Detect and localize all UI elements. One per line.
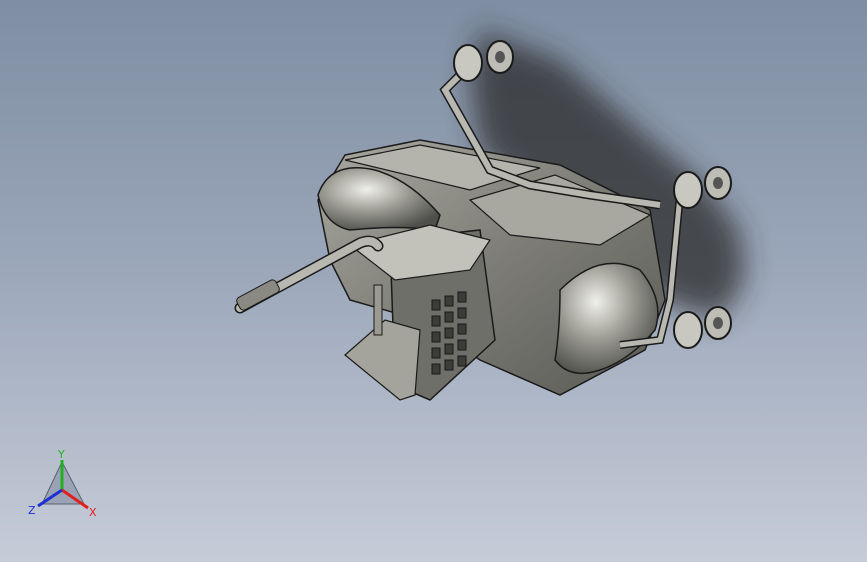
y-axis-label: Y: [57, 448, 65, 461]
handle-grip: [236, 279, 280, 311]
z-axis-label: Z: [28, 504, 36, 517]
orientation-triad[interactable]: Y X Z: [26, 446, 106, 526]
cart-model[interactable]: [0, 0, 867, 562]
support-post: [373, 284, 383, 336]
x-axis-label: X: [89, 506, 97, 519]
basket-front-scoop: [554, 262, 659, 375]
cad-viewport[interactable]: Y X Z: [0, 0, 867, 562]
